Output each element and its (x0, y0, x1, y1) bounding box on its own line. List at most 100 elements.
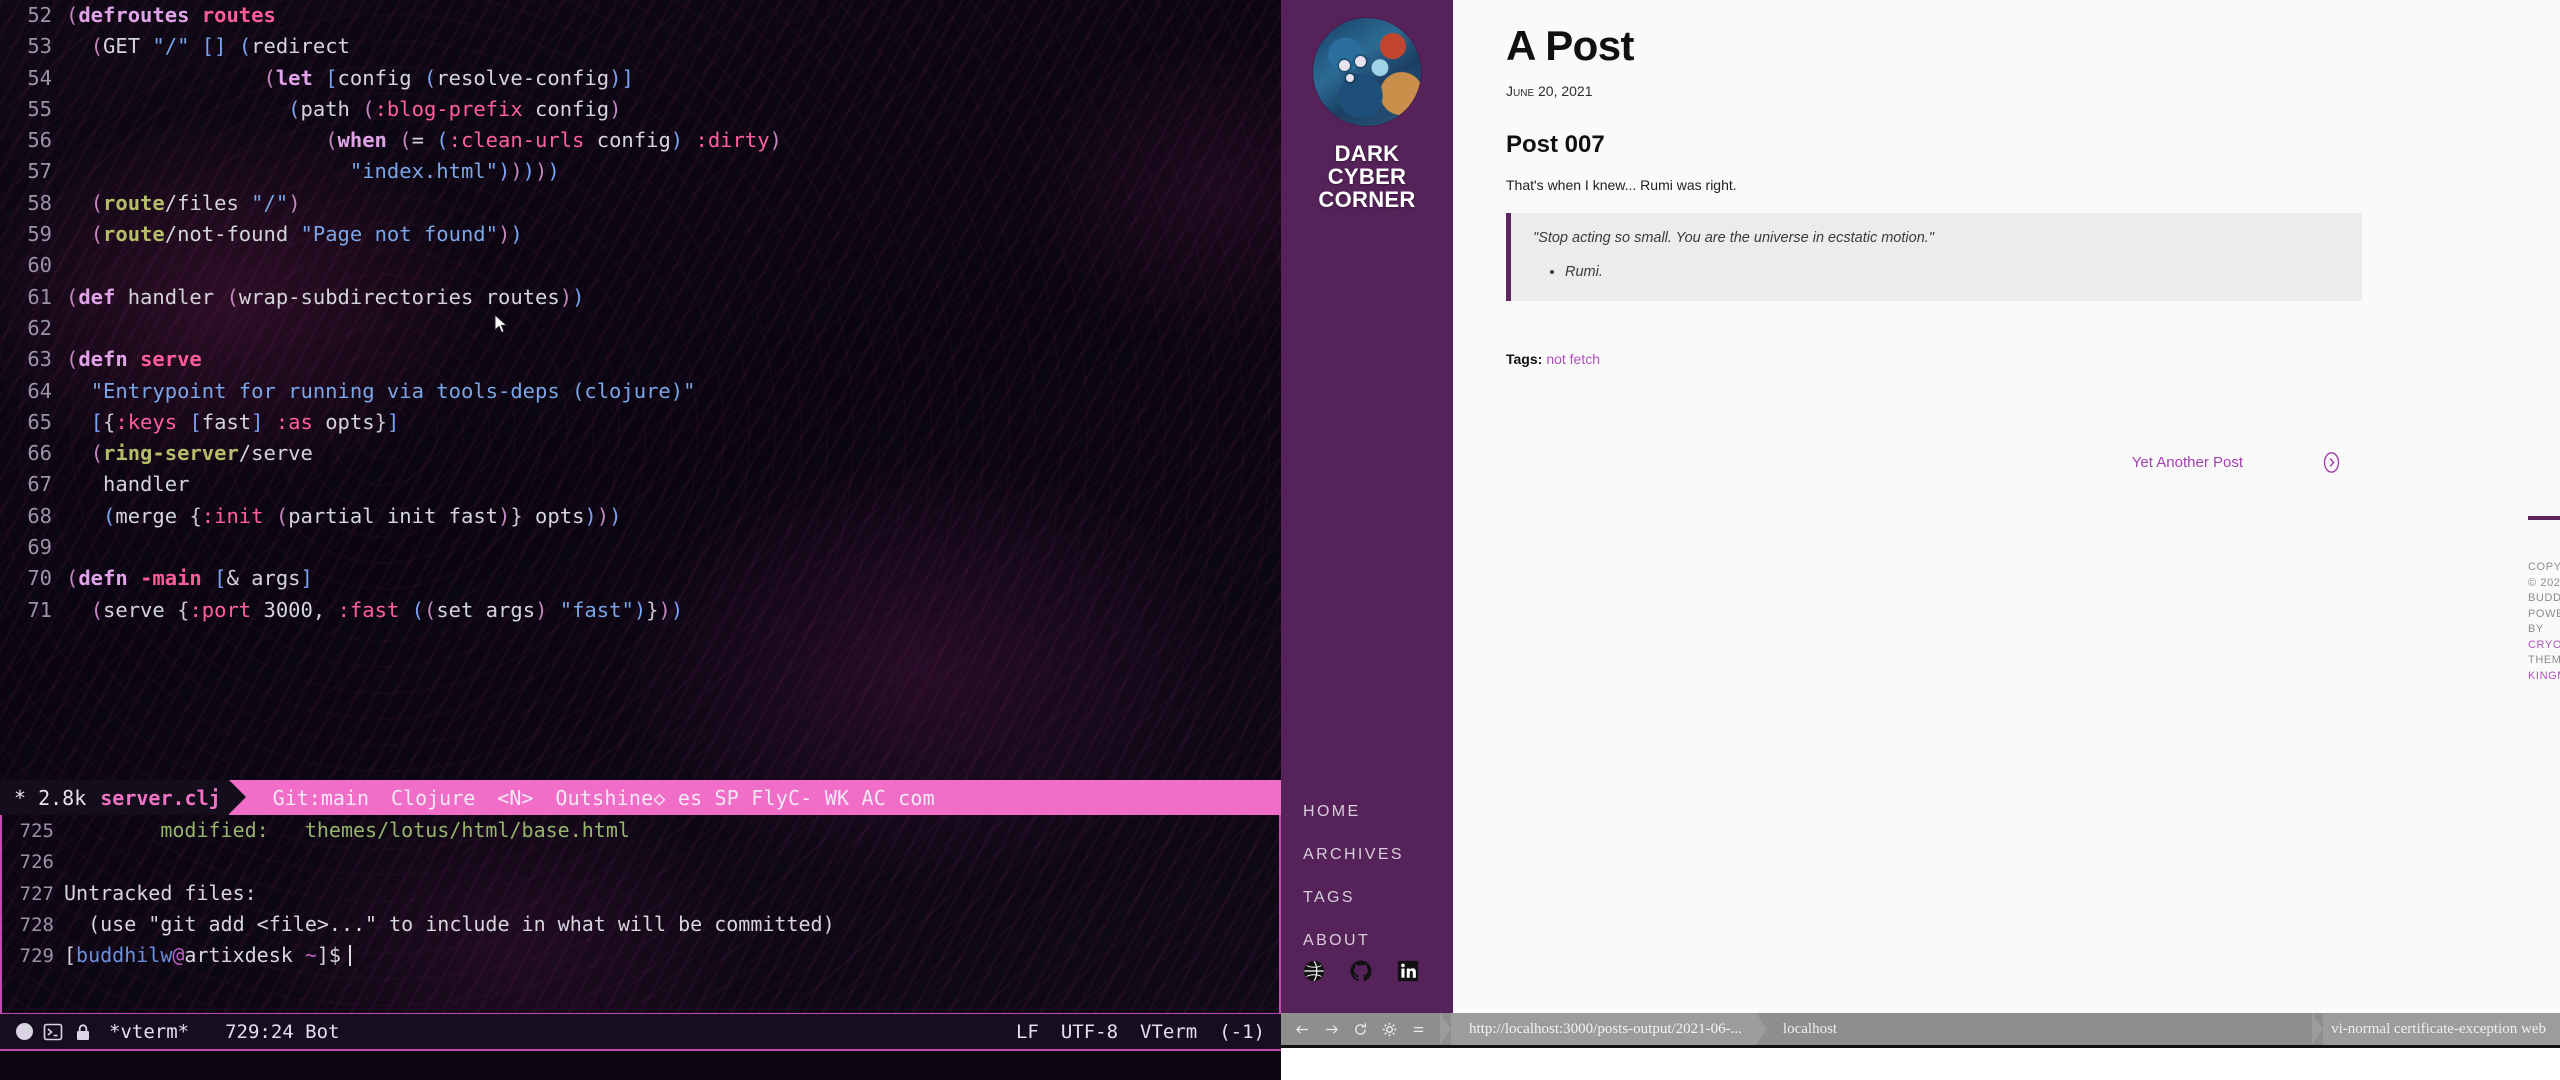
blockquote: "Stop acting so small. You are the unive… (1506, 213, 2362, 301)
code-token: :dirty (695, 128, 770, 153)
code-token: serve (140, 347, 202, 372)
code-token: ) (584, 503, 597, 528)
blog-content: A Post June 20, 2021 Post 007 That's whe… (1453, 0, 2560, 1013)
code-token: [ (189, 409, 202, 434)
github-icon[interactable] (1350, 960, 1372, 982)
code-token: routes (201, 3, 276, 27)
code-token: :keys (115, 409, 178, 434)
code-token: modified: themes/lotus/html/base.html (64, 818, 630, 842)
next-post-nav: Yet Another Post (1506, 452, 2392, 473)
code-token: ) (498, 503, 511, 528)
globe-icon[interactable] (1303, 960, 1325, 982)
code-line: 58 (route/files "/") (0, 188, 1281, 219)
code-token: ( (423, 65, 437, 90)
code-token: ( (362, 96, 375, 121)
code-token: ) (522, 159, 536, 184)
line-number: 52 (27, 3, 52, 27)
code-token: ( (90, 597, 104, 622)
gear-icon[interactable] (1382, 1022, 1397, 1037)
code-token: fast (201, 409, 252, 434)
code-line: 59 (route/not-found "Page not found")) (0, 219, 1281, 250)
blog-title-line-3: CORNER (1318, 187, 1416, 212)
kingmob-link[interactable]: KINGMOB (2528, 670, 2560, 682)
code-line: 52 (defroutes routes (0, 0, 1281, 31)
code-buffer[interactable]: 52 (defroutes routes 53 (GET "/" [] (redir… (0, 0, 1281, 790)
menu-icon[interactable] (1411, 1022, 1426, 1037)
code-token: defroutes (78, 3, 190, 27)
line-number: 58 (27, 190, 52, 215)
modeline-major-mode[interactable]: Clojure (391, 786, 475, 810)
code-token: ( (263, 65, 276, 90)
code-token: ( (288, 96, 301, 121)
nav-item-archives[interactable]: ARCHIVES (1281, 833, 1453, 876)
code-token: ( (275, 503, 289, 528)
status-extra: (-1) (1219, 1020, 1265, 1043)
code-line: 62 (0, 313, 1281, 344)
code-token: [ (64, 943, 77, 968)
modeline-vc[interactable]: Git:main (273, 786, 369, 810)
code-token: :clean-urls (448, 128, 585, 153)
code-token: ( (66, 347, 79, 372)
code-token: } (374, 409, 387, 434)
reload-icon[interactable] (1353, 1022, 1368, 1037)
social-links (1303, 960, 1419, 982)
url-display[interactable]: http://localhost:3000/posts-output/2021-… (1451, 1013, 1756, 1045)
modeline-info-segment: Git:main Clojure <N> Outshine◇ es SP Fly… (273, 786, 935, 810)
code-line: 726 (2, 846, 1279, 877)
line-number: 68 (27, 503, 52, 528)
code-token: route (103, 222, 165, 247)
code-token: :as (275, 409, 313, 434)
code-token: "fast" (559, 597, 634, 622)
line-number: 59 (27, 222, 52, 247)
code-token: set args (436, 597, 536, 622)
forward-arrow-icon[interactable] (1324, 1022, 1339, 1037)
mouse-cursor-icon (494, 314, 508, 334)
code-token: resolve-config (436, 65, 610, 90)
next-post-link[interactable]: Yet Another Post (2132, 454, 2243, 471)
code-token: @ (172, 943, 185, 968)
nav-item-tags[interactable]: TAGS (1281, 876, 1453, 919)
code-token: buddhilw (76, 943, 173, 968)
code-line: 56 (when (= (:clean-urls config) :dirty) (0, 125, 1281, 156)
modeline-file-name[interactable]: server.clj (100, 786, 220, 810)
status-left-group: *vterm* 729:24 Bot (16, 1021, 339, 1043)
terminal-buffer[interactable]: 725 modified: themes/lotus/html/base.htm… (0, 815, 1281, 1015)
code-token: = (411, 128, 437, 153)
code-token: merge (115, 503, 190, 528)
back-arrow-icon[interactable] (1295, 1022, 1310, 1037)
nav-item-about[interactable]: ABOUT (1281, 919, 1453, 962)
code-token: { (189, 503, 202, 528)
line-number: 729 (19, 945, 54, 968)
page-title: A Post (1506, 22, 1634, 69)
cryogen-link[interactable]: CRYOGEN (2528, 639, 2560, 651)
code-token: ] (300, 566, 313, 591)
nav-item-home[interactable]: HOME (1281, 790, 1453, 833)
code-token: { (103, 409, 116, 434)
code-token: :init (201, 503, 264, 528)
code-line: 60 (0, 250, 1281, 281)
code-token: ( (226, 284, 239, 309)
code-token: :fast (337, 597, 400, 622)
emacs-echo-area (0, 1051, 1281, 1080)
code-line: 66 (ring-server/serve (0, 438, 1281, 469)
avatar (1313, 18, 1421, 126)
code-token: "/" (152, 34, 190, 59)
code-token: ) (670, 597, 684, 622)
line-number: 54 (27, 65, 52, 90)
status-position: 729:24 Bot (225, 1020, 340, 1043)
code-token: & args (226, 566, 301, 591)
status-major-mode: VTerm (1140, 1020, 1198, 1043)
line-number: 65 (27, 409, 52, 434)
tag-link-not-fetch[interactable]: not fetch (1546, 351, 1600, 367)
code-token: serve (103, 597, 178, 622)
chevron-right-circle-icon[interactable] (2321, 452, 2342, 473)
linkedin-icon[interactable] (1397, 960, 1419, 982)
status-buffer-name[interactable]: *vterm* (109, 1021, 189, 1043)
code-token: ( (103, 503, 116, 528)
